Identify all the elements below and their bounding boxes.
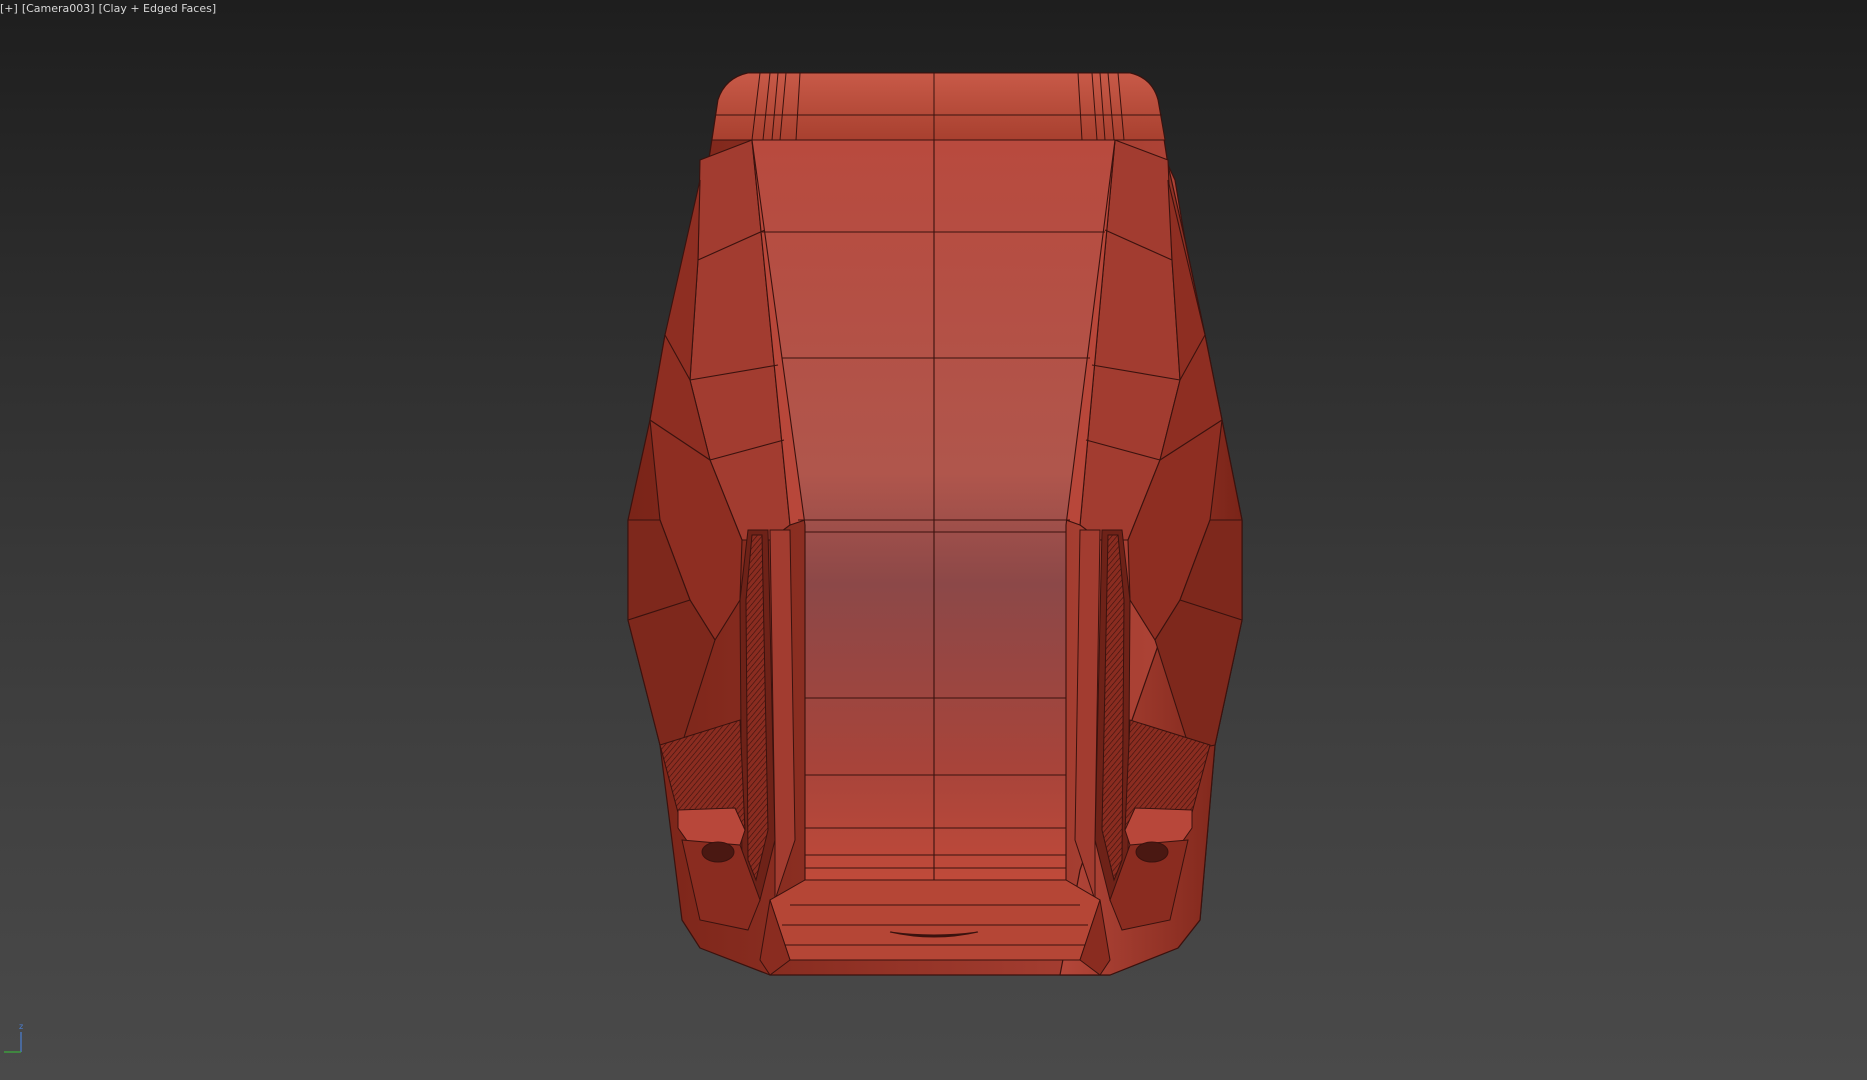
- center-panel: [751, 139, 1116, 881]
- axis-gizmo: z: [4, 1022, 23, 1053]
- axis-z-label: z: [19, 1022, 23, 1031]
- 3d-viewport[interactable]: [+] [Camera003] [Clay + Edged Faces] z: [0, 0, 1867, 1080]
- seat-model[interactable]: [0, 0, 1867, 1080]
- seat-top-cap: [711, 72, 1166, 141]
